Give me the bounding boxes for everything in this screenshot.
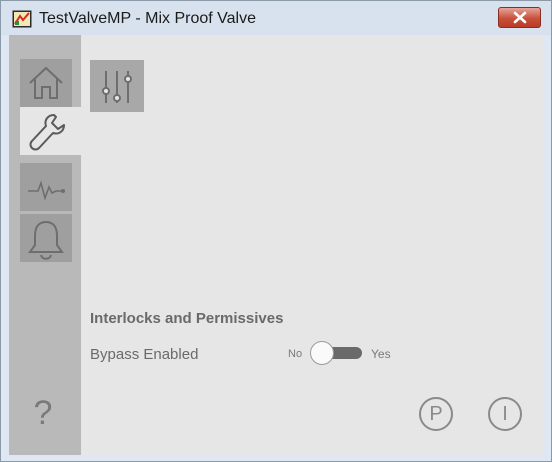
home-icon bbox=[29, 66, 63, 99]
nav-alarms[interactable] bbox=[20, 214, 72, 262]
window-title: TestValveMP - Mix Proof Valve bbox=[39, 10, 256, 27]
title-bar[interactable]: TestValveMP - Mix Proof Valve bbox=[1, 1, 551, 35]
wrench-icon bbox=[29, 114, 65, 151]
nav-trends[interactable] bbox=[20, 163, 72, 211]
bell-icon bbox=[28, 220, 64, 260]
permissives-badge[interactable]: P bbox=[419, 397, 453, 431]
toggle-on-label: Yes bbox=[371, 347, 391, 361]
bypass-toggle-knob[interactable] bbox=[310, 341, 334, 365]
app-icon bbox=[12, 10, 32, 28]
toggle-off-label: No bbox=[288, 348, 303, 360]
nav-home[interactable] bbox=[20, 59, 72, 107]
pulse-icon bbox=[28, 180, 65, 201]
help-icon[interactable]: ? bbox=[23, 391, 63, 431]
interlocks-heading: Interlocks and Permissives bbox=[90, 310, 284, 327]
sliders-icon bbox=[102, 71, 132, 103]
close-icon bbox=[513, 11, 527, 24]
nav-maintenance[interactable] bbox=[20, 107, 81, 155]
help-label: ? bbox=[34, 394, 53, 431]
faceplate-window: TestValveMP - Mix Proof Valve ? Interloc… bbox=[0, 0, 552, 462]
interlocks-badge[interactable]: I bbox=[488, 397, 522, 431]
bypass-enabled-label: Bypass Enabled bbox=[90, 346, 199, 363]
close-button[interactable] bbox=[498, 7, 541, 28]
settings-toolbar-button[interactable] bbox=[90, 60, 144, 112]
